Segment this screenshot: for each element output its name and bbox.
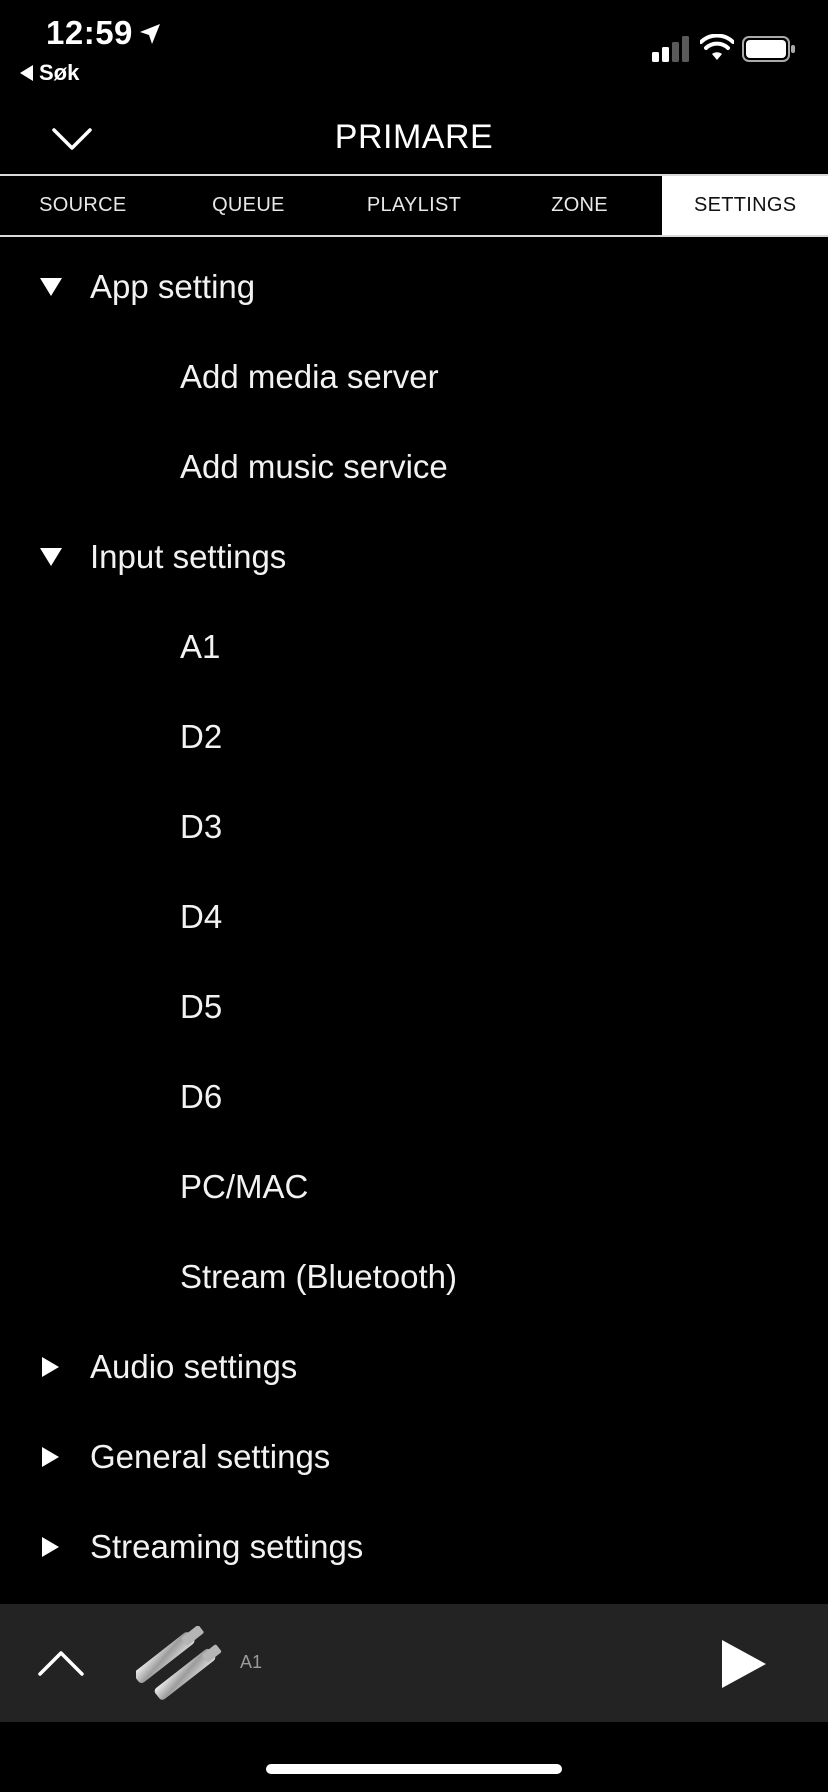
wifi-icon <box>700 34 734 60</box>
status-time: 12:59 <box>46 14 133 51</box>
item-label: D5 <box>180 988 223 1025</box>
battery-icon <box>742 36 795 62</box>
now-playing-source: A1 <box>240 1652 263 1672</box>
section-label: Input settings <box>90 538 287 575</box>
collapsed-triangle-icon <box>42 1357 59 1377</box>
item-input-d2[interactable]: D2 <box>0 692 828 782</box>
item-input-stream-bluetooth[interactable]: Stream (Bluetooth) <box>0 1232 828 1322</box>
page-title: PRIMARE <box>334 118 494 156</box>
settings-list: App setting Add media server Add music s… <box>0 242 828 1592</box>
item-add-music-service[interactable]: Add music service <box>0 422 828 512</box>
item-label: Stream (Bluetooth) <box>180 1258 457 1295</box>
item-label: D2 <box>180 718 223 755</box>
section-input-settings[interactable]: Input settings <box>0 512 828 602</box>
tab-settings[interactable]: SETTINGS <box>662 176 828 235</box>
section-general-settings[interactable]: General settings <box>0 1412 828 1502</box>
item-label: D6 <box>180 1078 223 1115</box>
back-to-app-link[interactable]: Søk <box>20 60 79 86</box>
item-label: Add music service <box>180 448 448 485</box>
section-app-setting[interactable]: App setting <box>0 242 828 332</box>
chevron-up-icon[interactable] <box>36 1646 86 1680</box>
section-label: App setting <box>90 268 256 305</box>
cellular-signal-icon <box>652 36 689 62</box>
item-label: D3 <box>180 808 223 845</box>
collapsed-triangle-icon <box>42 1447 59 1467</box>
expanded-triangle-icon <box>40 278 62 296</box>
section-label: Audio settings <box>90 1348 298 1385</box>
item-input-d3[interactable]: D3 <box>0 782 828 872</box>
item-label: A1 <box>180 628 221 665</box>
item-label: Add media server <box>180 358 439 395</box>
rca-cable-icon <box>136 1626 222 1700</box>
mini-player-bar[interactable]: A1 <box>0 1604 828 1722</box>
tab-playlist[interactable]: PLAYLIST <box>331 176 497 235</box>
back-app-label: Søk <box>39 60 80 85</box>
section-label: Streaming settings <box>90 1528 364 1565</box>
item-label: D4 <box>180 898 223 935</box>
item-add-media-server[interactable]: Add media server <box>0 332 828 422</box>
collapsed-triangle-icon <box>42 1537 59 1557</box>
play-icon[interactable] <box>720 1638 768 1690</box>
item-input-pc-mac[interactable]: PC/MAC <box>0 1142 828 1232</box>
item-input-a1[interactable]: A1 <box>0 602 828 692</box>
back-arrow-icon <box>20 65 33 81</box>
status-bar: 12:59 Søk <box>0 0 828 100</box>
tab-source[interactable]: SOURCE <box>0 176 166 235</box>
location-arrow-icon <box>140 24 160 44</box>
item-label: PC/MAC <box>180 1168 309 1205</box>
item-input-d6[interactable]: D6 <box>0 1052 828 1142</box>
tab-zone[interactable]: ZONE <box>497 176 663 235</box>
app-header: PRIMARE <box>0 100 828 174</box>
home-indicator[interactable] <box>266 1764 562 1774</box>
expanded-triangle-icon <box>40 548 62 566</box>
section-label: General settings <box>90 1438 331 1475</box>
section-audio-settings[interactable]: Audio settings <box>0 1322 828 1412</box>
tab-bar: SOURCE QUEUE PLAYLIST ZONE SETTINGS <box>0 174 828 237</box>
item-input-d4[interactable]: D4 <box>0 872 828 962</box>
tab-queue[interactable]: QUEUE <box>166 176 332 235</box>
section-streaming-settings[interactable]: Streaming settings <box>0 1502 828 1592</box>
item-input-d5[interactable]: D5 <box>0 962 828 1052</box>
